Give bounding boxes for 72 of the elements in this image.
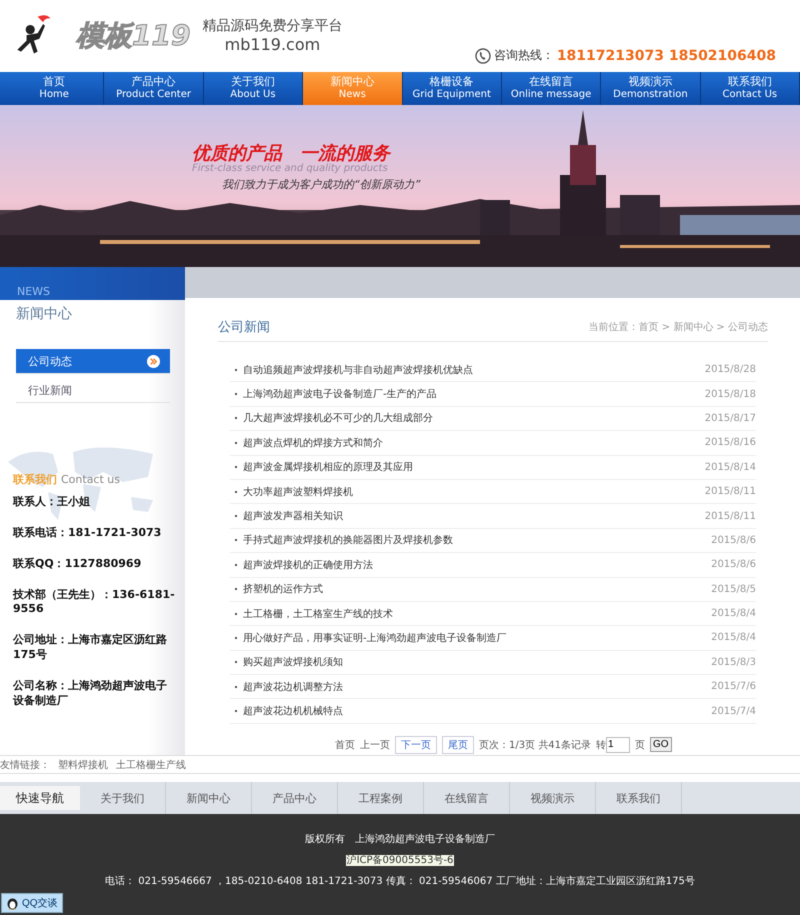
news-link[interactable]: 超声波点焊机的焊接方式和简介 [243, 436, 383, 450]
hotline-label: 咨询热线： [494, 47, 554, 64]
goto-label: 转 [596, 738, 606, 752]
contact-line: 公司地址：上海市嘉定区沥红路175号 [13, 633, 168, 663]
sidebar-item[interactable]: 公司动态 [16, 349, 170, 374]
contact-line: 联系QQ：1127880969 [13, 556, 142, 572]
news-date: 2015/7/4 [711, 706, 756, 717]
sidebar-item[interactable]: 行业新闻 [16, 378, 170, 403]
news-link[interactable]: 用心做好产品，用事实证明-上海鸿劲超声波电子设备制造厂 [243, 630, 507, 645]
news-link[interactable]: 购买超声波焊接机须知 [243, 655, 343, 670]
last-page-button[interactable]: 尾页 [442, 736, 474, 754]
news-date: 2015/8/4 [711, 608, 756, 620]
domain-text: mb119.com [224, 34, 322, 54]
news-date: 2015/8/14 [704, 462, 756, 473]
news-link[interactable]: 挤塑机的运作方式 [243, 582, 323, 596]
icp-link[interactable]: 沪ICP备09005553号-6 [346, 855, 454, 866]
news-date: 2015/7/6 [711, 681, 756, 692]
news-link[interactable]: 超声波花边机机械特点 [243, 704, 343, 718]
phone-icon [474, 48, 491, 64]
news-link[interactable]: 上海鸿劲超声波电子设备制造厂-生产的产品 [243, 387, 437, 402]
page-info: 页次：1/3页 共41条记录 [479, 738, 591, 752]
news-date: 2015/8/18 [704, 388, 756, 400]
page-input[interactable]: 1 [606, 736, 630, 753]
news-link[interactable]: 超声波花边机调整方法 [243, 680, 343, 694]
hotline-numbers: 18117213073 18502106408 [556, 48, 776, 64]
news-link[interactable]: 超声波发声器相关知识 [243, 509, 343, 524]
news-date: 2015/8/6 [711, 559, 756, 570]
penguin-icon [6, 896, 19, 910]
news-link[interactable]: 几大超声波焊接机必不可少的几大组成部分 [243, 411, 433, 426]
contact-line: 技术部（王先生）：136-6181-9556 [13, 588, 175, 618]
banner-slogan: 优质的产品 一流的服务 [192, 142, 392, 164]
qq-chat-button[interactable]: QQ交谈 [1, 893, 63, 913]
prev-page-text: 上一页 [360, 738, 390, 752]
contact-line: 联系人：王小姐 [13, 495, 91, 510]
news-date: 2015/8/17 [704, 412, 756, 424]
friend-link[interactable]: 塑料焊接机 [58, 758, 108, 772]
contact-line: 联系电话：181-1721-3073 [13, 526, 162, 541]
section-title: 公司新闻 [218, 319, 270, 336]
news-date: 2015/8/28 [704, 364, 756, 376]
section-tag: NEWS [17, 285, 50, 298]
news-link[interactable]: 自动追频超声波焊接机与非自动超声波焊接机优缺点 [243, 362, 473, 377]
friend-links-label: 友情链接： [0, 758, 50, 772]
news-link[interactable]: 手持式超声波焊接机的换能器图片及焊接机参数 [243, 533, 453, 548]
news-date: 2015/8/3 [711, 656, 756, 668]
news-link[interactable]: 大功率超声波塑料焊接机 [243, 484, 353, 499]
go-button[interactable]: GO [650, 737, 672, 752]
news-date: 2015/8/5 [711, 584, 756, 595]
breadcrumb: 当前位置：首页 > 新闻中心 > 公司动态 [588, 320, 768, 334]
copyright-text: 版权所有 上海鸿劲超声波电子设备制造厂 [305, 832, 495, 846]
friend-link[interactable]: 土工格栅生产线 [116, 758, 186, 772]
news-link[interactable]: 超声波金属焊接机相应的原理及其应用 [243, 460, 413, 474]
contact-title: 联系我们 [13, 472, 57, 487]
sidebar-title: 新闻中心 [16, 305, 73, 323]
news-date: 2015/8/16 [704, 437, 756, 448]
news-link[interactable]: 土工格栅，土工格室生产线的技术 [243, 606, 393, 621]
footer-contact: 电话： 021-59546667 ，185-0210-6408 181-1721-3073 传真： 021-59546067 工厂地址：上海市嘉定工业园区沥红路175号 [105, 874, 695, 888]
banner-tagline: 我们致力于成为客户成功的“创新原动力” [222, 177, 420, 192]
first-page-text: 首页 [335, 738, 355, 752]
next-page-button[interactable]: 下一页 [395, 736, 437, 754]
news-date: 2015/8/6 [711, 534, 756, 546]
quick-nav-title: 快速导航 [0, 786, 80, 810]
page-suffix: 页 [635, 738, 645, 752]
double-chevron-icon [147, 354, 160, 368]
tagline: 精品源码免费分享平台 [202, 18, 342, 35]
contact-line: 公司名称：上海鸿劲超声波电子设备制造厂 [13, 678, 168, 709]
news-date: 2015/8/11 [704, 510, 756, 522]
contact-subtitle: Contact us [61, 473, 120, 486]
news-date: 2015/8/11 [704, 486, 756, 498]
news-date: 2015/8/4 [711, 632, 756, 644]
logo-text: 模板119 [76, 18, 190, 54]
banner-subtitle: First-class service and quality products [192, 163, 389, 174]
news-link[interactable]: 超声波焊接机的正确使用方法 [243, 558, 373, 572]
